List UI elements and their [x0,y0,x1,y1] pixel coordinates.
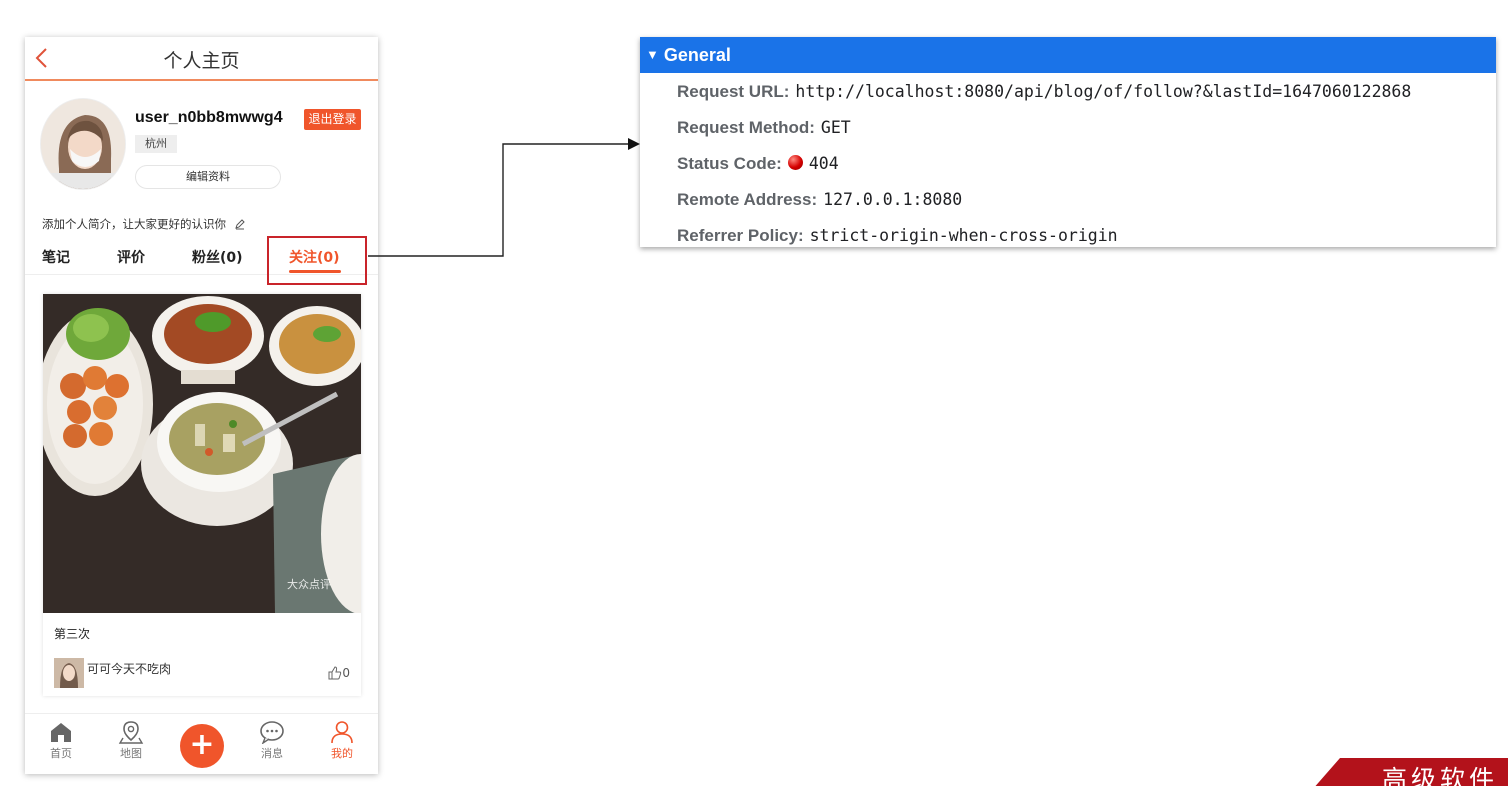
screen: 个人主页 user_n0bb8mwwg4 退出登录 杭州 编辑资料 添加个人简介… [0,0,1508,786]
referrer-policy-value: strict-origin-when-cross-origin [809,226,1118,245]
remote-address-row: Remote Address: 127.0.0.1:8080 [677,190,962,210]
referrer-policy-row: Referrer Policy: strict-origin-when-cross… [677,226,1118,246]
request-url-key: Request URL: [677,82,790,101]
general-section-header[interactable]: ▼ General [640,37,1496,73]
general-section-title: General [663,45,731,65]
collapse-triangle-icon: ▼ [646,47,659,62]
remote-address-value: 127.0.0.1:8080 [823,190,963,209]
request-method-key: Request Method: [677,118,815,137]
devtools-general-panel: ▼ General Request URL: http://localhost:8… [640,37,1496,247]
remote-address-key: Remote Address: [677,190,818,209]
status-code-value: 404 [808,154,839,173]
banner-text: 高级软件 [1382,765,1499,786]
corner-banner: 高级软件 [1312,758,1508,786]
status-code-key: Status Code: [677,154,782,173]
status-code-row: Status Code: 404 [677,154,839,174]
request-method-row: Request Method: GET [677,118,851,138]
request-url-row: Request URL: http://localhost:8080/api/bl… [677,82,1411,102]
status-error-dot-icon [787,155,803,170]
referrer-policy-key: Referrer Policy: [677,226,804,245]
request-method-value: GET [820,118,851,137]
request-url-value: http://localhost:8080/api/blog/of/follow… [795,82,1412,101]
